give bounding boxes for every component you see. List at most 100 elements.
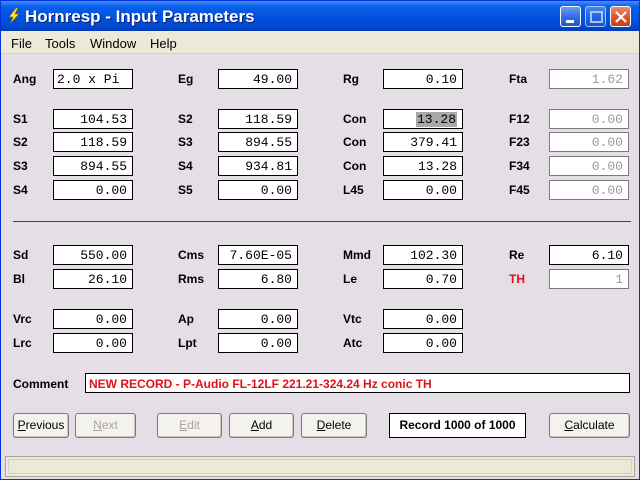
field-eg[interactable]: 49.00 [218, 69, 298, 89]
label-s2-a: S2 [178, 112, 193, 126]
close-icon [615, 11, 627, 23]
label-cms: Cms [178, 248, 205, 262]
field-bl[interactable]: 26.10 [53, 269, 133, 289]
label-s3-a: S3 [178, 135, 193, 149]
field-le[interactable]: 0.70 [383, 269, 463, 289]
next-label-accel: N [93, 418, 102, 432]
field-ang[interactable]: 2.0 x Pi [53, 69, 133, 89]
previous-label-accel: P [17, 418, 26, 432]
label-th: TH [509, 272, 525, 286]
separator-line [13, 221, 631, 222]
field-vtc[interactable]: 0.00 [383, 309, 463, 329]
field-f23: 0.00 [549, 132, 629, 152]
field-con-1-value: 13.28 [415, 112, 457, 127]
calculate-label-accel: C [564, 418, 574, 432]
label-con-3: Con [343, 159, 367, 173]
field-cms[interactable]: 7.60E-05 [218, 245, 298, 265]
delete-label-post: elete [325, 418, 352, 432]
minimize-icon [566, 20, 574, 23]
record-counter: Record 1000 of 1000 [389, 413, 526, 438]
previous-button[interactable]: Previous [13, 413, 69, 438]
label-s2-b: S2 [13, 135, 28, 149]
add-button[interactable]: Add [229, 413, 294, 438]
calculate-label-post: alculate [573, 418, 615, 432]
label-le: Le [343, 272, 358, 286]
label-s4-a: S4 [178, 159, 193, 173]
window-title: Hornresp - Input Parameters [25, 7, 255, 26]
field-con-1[interactable]: 13.28 [383, 109, 463, 129]
field-atc[interactable]: 0.00 [383, 333, 463, 353]
label-atc: Atc [343, 336, 363, 350]
field-s3-b[interactable]: 894.55 [53, 156, 133, 176]
edit-label-accel: E [179, 418, 188, 432]
field-ap[interactable]: 0.00 [218, 309, 298, 329]
label-s4-b: S4 [13, 183, 28, 197]
calculate-button[interactable]: Calculate [549, 413, 630, 438]
maximize-icon [590, 11, 603, 23]
label-s3-b: S3 [13, 159, 28, 173]
field-f45: 0.00 [549, 180, 629, 200]
label-l45: L45 [343, 183, 364, 197]
add-label-accel: A [250, 418, 259, 432]
maximize-button[interactable] [585, 6, 606, 27]
status-bar-panel [8, 459, 632, 474]
menu-window[interactable]: Window [90, 36, 136, 51]
label-con-2: Con [343, 135, 367, 149]
field-s2-b[interactable]: 118.59 [53, 132, 133, 152]
edit-button[interactable]: Edit [157, 413, 222, 438]
label-vrc: Vrc [13, 312, 32, 326]
label-f12: F12 [509, 112, 530, 126]
label-comment: Comment [13, 377, 69, 391]
field-l45[interactable]: 0.00 [383, 180, 463, 200]
label-sd: Sd [13, 248, 29, 262]
field-fta: 1.62 [549, 69, 629, 89]
delete-label-accel: D [316, 418, 326, 432]
previous-label-post: revious [25, 418, 65, 432]
field-lrc[interactable]: 0.00 [53, 333, 133, 353]
edit-label-post: dit [187, 418, 200, 432]
field-s1[interactable]: 104.53 [53, 109, 133, 129]
next-label-post: ext [101, 418, 118, 432]
field-f12: 0.00 [549, 109, 629, 129]
lightning-app-icon [8, 8, 20, 24]
next-button[interactable]: Next [75, 413, 136, 438]
field-s4-b[interactable]: 0.00 [53, 180, 133, 200]
field-lpt[interactable]: 0.00 [218, 333, 298, 353]
field-mmd[interactable]: 102.30 [383, 245, 463, 265]
label-ap: Ap [178, 312, 194, 326]
label-rg: Rg [343, 72, 359, 86]
label-eg: Eg [178, 72, 194, 86]
label-f23: F23 [509, 135, 530, 149]
main-window: Hornresp - Input Parameters File Tools W… [0, 0, 640, 480]
label-ang: Ang [13, 72, 37, 86]
field-rg[interactable]: 0.10 [383, 69, 463, 89]
delete-button[interactable]: Delete [301, 413, 367, 438]
label-s5: S5 [178, 183, 193, 197]
label-fta: Fta [509, 72, 527, 86]
label-rms: Rms [178, 272, 205, 286]
field-th: 1 [549, 269, 629, 289]
menu-file[interactable]: File [11, 36, 32, 51]
menu-bar: File Tools Window Help [1, 31, 639, 54]
label-mmd: Mmd [343, 248, 371, 262]
label-con-1: Con [343, 112, 367, 126]
close-button[interactable] [610, 6, 631, 27]
field-vrc[interactable]: 0.00 [53, 309, 133, 329]
comment-field[interactable]: NEW RECORD - P-Audio FL-12LF 221.21-324.… [85, 373, 630, 393]
menu-tools[interactable]: Tools [45, 36, 75, 51]
title-bar[interactable]: Hornresp - Input Parameters [1, 1, 639, 31]
field-re[interactable]: 6.10 [549, 245, 629, 265]
field-s5[interactable]: 0.00 [218, 180, 298, 200]
menu-help[interactable]: Help [150, 36, 177, 51]
field-s2-a[interactable]: 118.59 [218, 109, 298, 129]
label-f45: F45 [509, 183, 530, 197]
field-rms[interactable]: 6.80 [218, 269, 298, 289]
field-sd[interactable]: 550.00 [53, 245, 133, 265]
field-con-3[interactable]: 13.28 [383, 156, 463, 176]
field-s4-a[interactable]: 934.81 [218, 156, 298, 176]
add-label-post: dd [258, 418, 273, 432]
field-s3-a[interactable]: 894.55 [218, 132, 298, 152]
field-con-2[interactable]: 379.41 [383, 132, 463, 152]
label-lrc: Lrc [13, 336, 32, 350]
minimize-button[interactable] [560, 6, 581, 27]
